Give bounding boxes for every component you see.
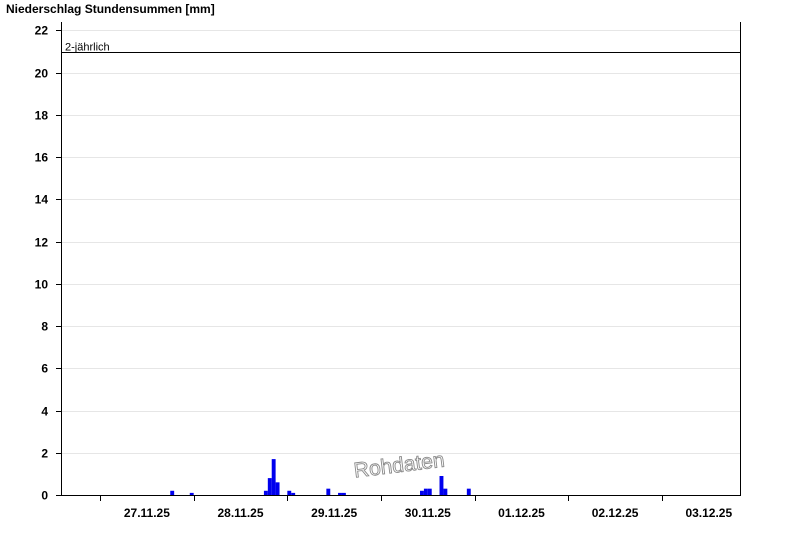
y-tick-label: 2 (41, 447, 48, 461)
y-tick-label: 4 (41, 405, 48, 419)
x-tick-label: 03.12.25 (685, 506, 732, 520)
x-tick-label: 30.11.25 (405, 506, 451, 520)
precipitation-chart: 2-jährlich 0 2 4 6 8 10 12 14 16 18 20 22 27.11.25 28… (35, 22, 741, 521)
precip-bar (267, 478, 272, 495)
precip-bar (263, 490, 268, 495)
precip-bar (443, 488, 448, 495)
y-tick-label: 16 (35, 151, 49, 165)
precip-bar (189, 492, 194, 495)
reference-label: 2-jährlich (65, 42, 110, 54)
precip-bar (338, 492, 342, 495)
reference-layer: 2-jährlich (61, 42, 740, 54)
y-tick-label: 0 (41, 489, 48, 503)
x-tick-label: 28.11.25 (217, 506, 263, 520)
x-tick-label: 29.11.25 (311, 506, 357, 520)
precip-bar (326, 488, 331, 495)
precip-bar (170, 490, 175, 495)
precip-bar (427, 488, 432, 495)
y-tick-label: 6 (41, 362, 48, 376)
x-tick-label: 02.12.25 (592, 506, 639, 520)
y-tick-label: 8 (41, 320, 48, 334)
precip-bar (287, 490, 292, 495)
precip-bar (275, 482, 280, 495)
precip-bar (291, 492, 296, 495)
precip-bar (271, 459, 276, 495)
precip-bar (341, 492, 346, 495)
precip-bar (466, 488, 471, 495)
x-tick-label: 01.12.25 (498, 506, 545, 520)
y-tick-label: 14 (35, 193, 49, 207)
grid-layer (61, 30, 740, 454)
label-layer: 0 2 4 6 8 10 12 14 16 18 20 22 27.11.25 28.11.25 29.11… (35, 24, 733, 521)
y-tick-label: 22 (35, 24, 49, 38)
precip-bar (439, 476, 444, 495)
precip-bar (423, 488, 428, 495)
precip-bar (420, 490, 424, 495)
y-tick-label: 20 (35, 67, 49, 81)
y-tick-label: 10 (35, 278, 49, 292)
y-tick-label: 18 (35, 109, 49, 123)
axes-layer (56, 22, 741, 501)
y-tick-label: 12 (35, 236, 49, 250)
x-tick-label: 27.11.25 (124, 506, 170, 520)
